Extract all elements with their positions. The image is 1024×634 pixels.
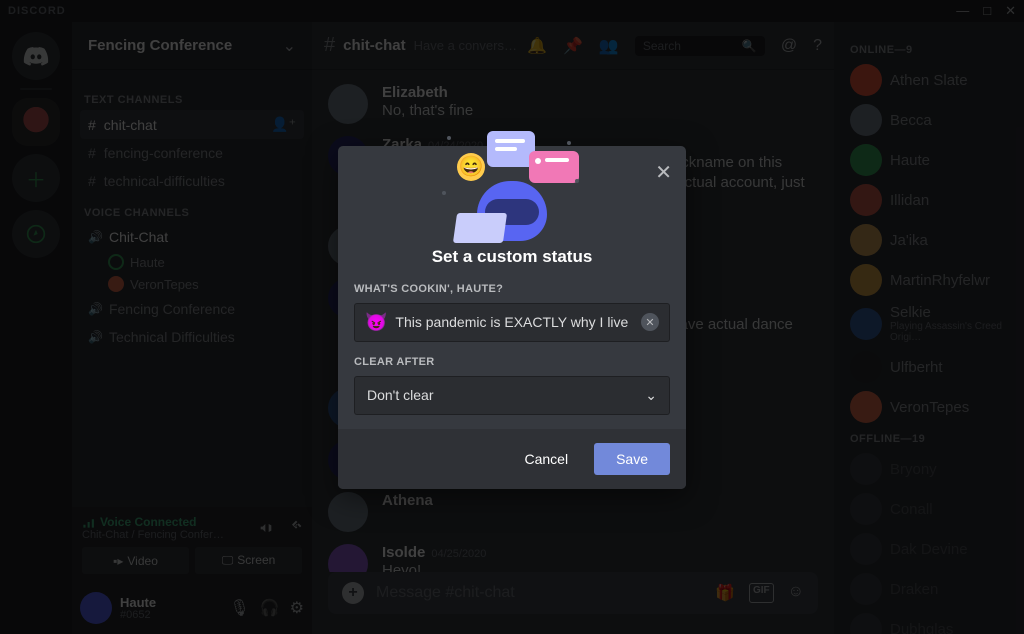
status-text-input[interactable]: [395, 314, 633, 330]
status-input-row: 😈 ✕: [354, 303, 670, 342]
modal-title: Set a custom status: [338, 241, 686, 283]
clear-after-label: CLEAR AFTER: [354, 356, 670, 368]
cancel-button[interactable]: Cancel: [510, 443, 582, 475]
chevron-down-icon: ⌄: [645, 387, 657, 404]
clear-status-icon[interactable]: ✕: [641, 313, 659, 331]
app-window: DISCORD — □ ✕ ＋ Fencing Conference ⌄: [0, 0, 1024, 634]
modal-hero: [338, 146, 686, 241]
save-button[interactable]: Save: [594, 443, 670, 475]
status-emoji-picker[interactable]: 😈: [365, 312, 387, 333]
modal-footer: Cancel Save: [338, 429, 686, 489]
clear-after-select[interactable]: Don't clear ⌄: [354, 376, 670, 415]
custom-status-modal: ✕ Set a custom status WHAT'S COOKIN', HA…: [338, 146, 686, 489]
status-input-label: WHAT'S COOKIN', HAUTE?: [354, 283, 670, 295]
status-illustration: [437, 131, 587, 241]
clear-after-value: Don't clear: [367, 387, 433, 403]
modal-overlay[interactable]: ✕ Set a custom status WHAT'S COOKIN', HA…: [0, 0, 1024, 634]
